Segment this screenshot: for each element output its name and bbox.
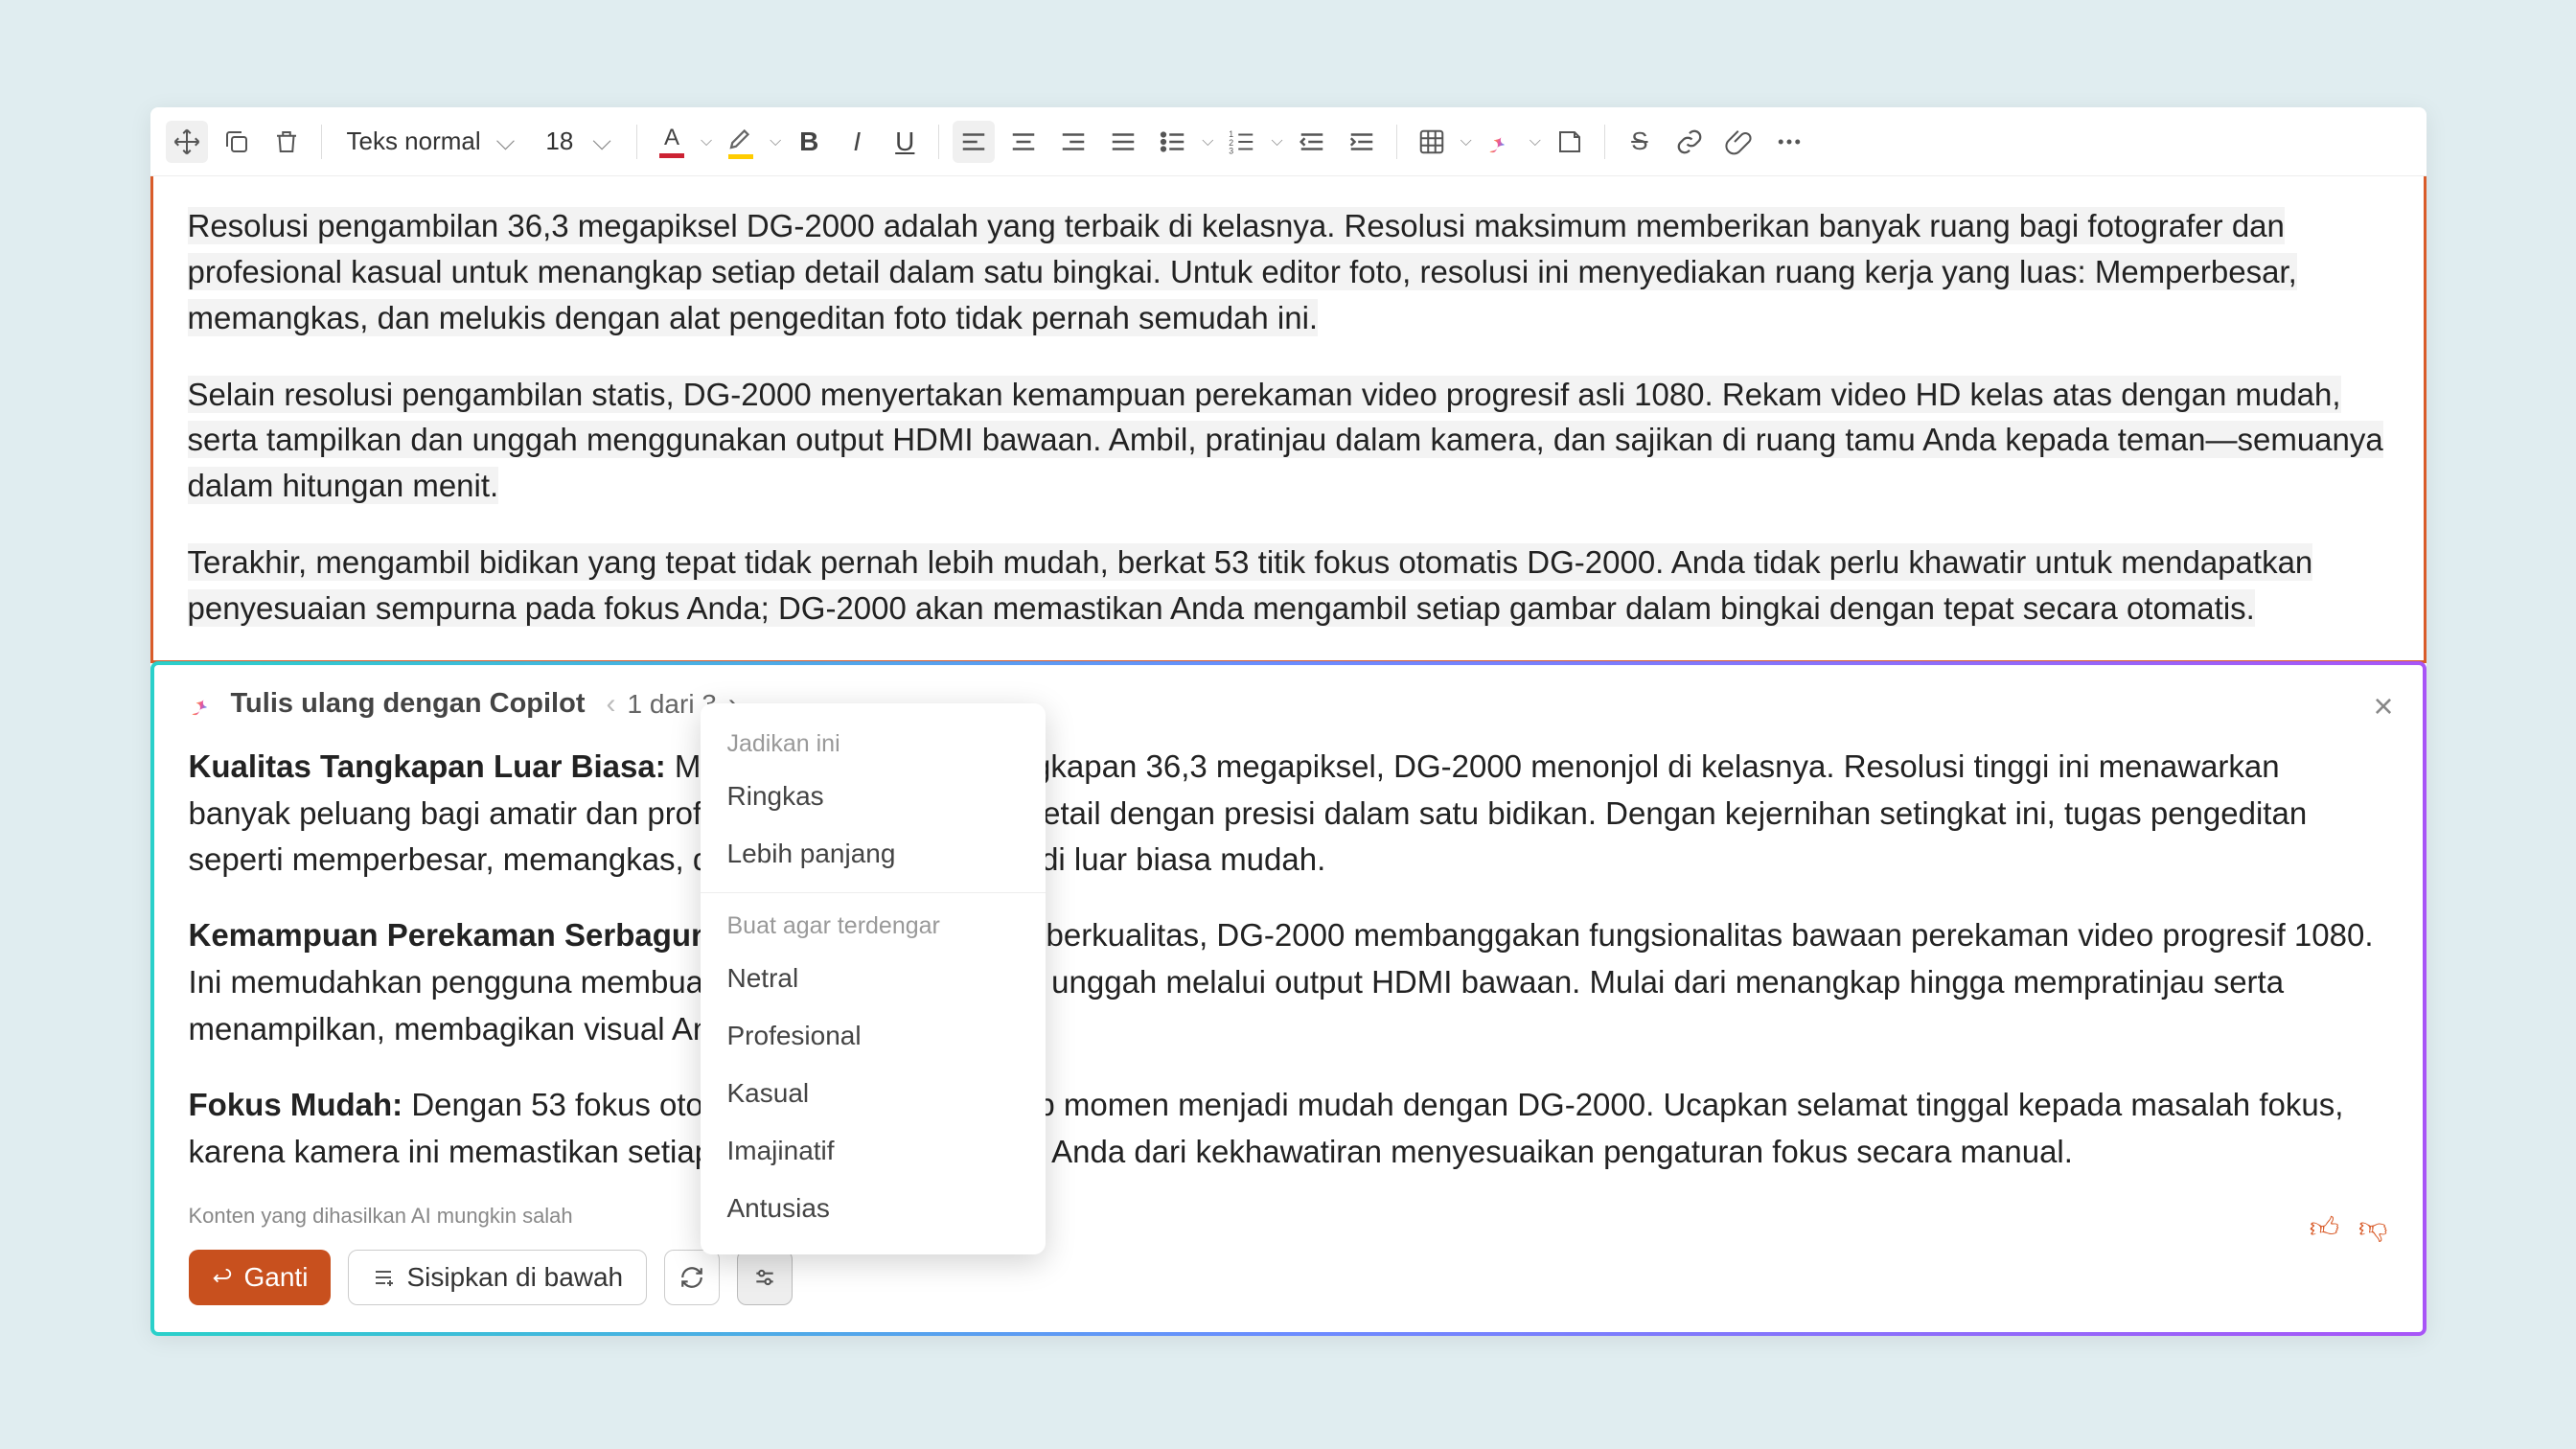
chevron-down-icon[interactable]: ⌵ — [1530, 133, 1541, 150]
insert-icon — [372, 1266, 395, 1289]
chevron-down-icon[interactable]: ⌵ — [701, 133, 712, 150]
font-size-select[interactable]: 18 ⌵ — [534, 126, 623, 157]
italic-button[interactable]: I — [837, 126, 877, 157]
prev-icon[interactable]: ‹ — [607, 688, 616, 721]
outdent-icon[interactable] — [1291, 121, 1333, 163]
align-justify-icon[interactable] — [1102, 121, 1144, 163]
chevron-down-icon[interactable]: ⌵ — [1460, 133, 1472, 150]
copilot-logo-icon — [189, 690, 218, 719]
indent-icon[interactable] — [1341, 121, 1383, 163]
align-left-icon[interactable] — [953, 121, 995, 163]
copilot-title: Tulis ulang dengan Copilot — [231, 688, 586, 720]
font-size-value: 18 — [545, 126, 573, 156]
font-color-button[interactable]: A — [651, 121, 693, 163]
align-center-icon[interactable] — [1002, 121, 1045, 163]
option-neutral[interactable]: Netral — [701, 950, 1046, 1007]
chevron-down-icon: ⌵ — [496, 126, 516, 157]
chevron-down-icon[interactable]: ⌵ — [1202, 133, 1213, 150]
strikethrough-icon[interactable]: S — [1619, 121, 1661, 163]
paragraph: Selain resolusi pengambilan statis, DG-2… — [188, 372, 2389, 510]
dropdown-section-label: Buat agar terdengar — [701, 903, 1046, 950]
move-icon[interactable] — [166, 121, 208, 163]
replace-icon — [212, 1267, 233, 1288]
table-icon[interactable] — [1411, 121, 1453, 163]
divider — [321, 125, 322, 159]
align-right-icon[interactable] — [1052, 121, 1094, 163]
feedback-buttons: 👍︎ 👎︎ — [2310, 1211, 2388, 1246]
underline-button[interactable]: U — [885, 126, 925, 157]
editor-window: Teks normal ⌵ 18 ⌵ A ⌵ ⌵ B I U ⌵ 123 ⌵ ⌵ ⌵… — [150, 107, 2426, 1336]
text-style-select[interactable]: Teks normal ⌵ — [335, 126, 527, 157]
insert-label: Sisipkan di bawah — [406, 1262, 623, 1293]
copy-icon[interactable] — [216, 121, 258, 163]
divider — [1604, 125, 1605, 159]
chevron-down-icon[interactable]: ⌵ — [770, 133, 781, 150]
suggestion-paragraph: Kualitas Tangkapan Luar Biasa: Menampilk… — [189, 744, 2388, 884]
chevron-down-icon: ⌵ — [592, 126, 611, 157]
suggestion-paragraph: Fokus Mudah: Dengan 53 fokus otomatis, m… — [189, 1082, 2388, 1176]
insert-below-button[interactable]: Sisipkan di bawah — [348, 1250, 647, 1305]
more-icon[interactable] — [1768, 121, 1810, 163]
suggestion-paragraph: Kemampuan Perekaman Serbaguna: Di luar g… — [189, 912, 2388, 1052]
tone-dropdown: Jadikan ini Ringkas Lebih panjang Buat a… — [701, 703, 1046, 1254]
divider — [636, 125, 637, 159]
close-icon[interactable]: × — [2373, 686, 2393, 726]
svg-text:3: 3 — [1230, 146, 1234, 155]
divider — [1396, 125, 1397, 159]
toolbar: Teks normal ⌵ 18 ⌵ A ⌵ ⌵ B I U ⌵ 123 ⌵ ⌵ ⌵… — [150, 107, 2426, 176]
option-casual[interactable]: Kasual — [701, 1065, 1046, 1122]
thumbs-down-icon[interactable]: 👎︎ — [2358, 1211, 2387, 1246]
regenerate-button[interactable] — [664, 1250, 720, 1305]
option-concise[interactable]: Ringkas — [701, 768, 1046, 825]
sticker-icon[interactable] — [1549, 121, 1591, 163]
style-label: Teks normal — [347, 126, 481, 156]
option-professional[interactable]: Profesional — [701, 1007, 1046, 1065]
option-enthusiastic[interactable]: Antusias — [701, 1180, 1046, 1237]
adjust-button[interactable] — [737, 1250, 793, 1305]
chevron-down-icon[interactable]: ⌵ — [1271, 133, 1282, 150]
copilot-footer: Ganti Sisipkan di bawah — [189, 1250, 2388, 1305]
option-imaginative[interactable]: Imajinatif — [701, 1122, 1046, 1180]
dropdown-section-label: Jadikan ini — [701, 721, 1046, 768]
paragraph: Resolusi pengambilan 36,3 megapiksel DG-… — [188, 203, 2389, 341]
link-icon[interactable] — [1668, 121, 1711, 163]
replace-button[interactable]: Ganti — [189, 1250, 332, 1305]
attach-icon[interactable] — [1718, 121, 1760, 163]
divider — [938, 125, 939, 159]
replace-label: Ganti — [244, 1262, 309, 1293]
bullet-list-icon[interactable] — [1152, 121, 1194, 163]
copilot-header: Tulis ulang dengan Copilot ‹ 1 dari 3 › — [189, 688, 2388, 721]
highlight-button[interactable] — [720, 121, 762, 163]
document-content[interactable]: Resolusi pengambilan 36,3 megapiksel DG-… — [150, 176, 2426, 663]
copilot-panel: Tulis ulang dengan Copilot ‹ 1 dari 3 › … — [150, 661, 2426, 1337]
bold-button[interactable]: B — [789, 126, 829, 157]
thumbs-up-icon[interactable]: 👍︎ — [2310, 1211, 2339, 1246]
copilot-content: Kualitas Tangkapan Luar Biasa: Menampilk… — [189, 744, 2388, 1176]
number-list-icon[interactable]: 123 — [1221, 121, 1263, 163]
divider — [701, 892, 1046, 893]
option-longer[interactable]: Lebih panjang — [701, 825, 1046, 883]
delete-icon[interactable] — [265, 121, 308, 163]
ai-disclaimer: Konten yang dihasilkan AI mungkin salah — [189, 1204, 2388, 1229]
paragraph: Terakhir, mengambil bidikan yang tepat t… — [188, 540, 2389, 632]
copilot-icon[interactable] — [1480, 121, 1522, 163]
